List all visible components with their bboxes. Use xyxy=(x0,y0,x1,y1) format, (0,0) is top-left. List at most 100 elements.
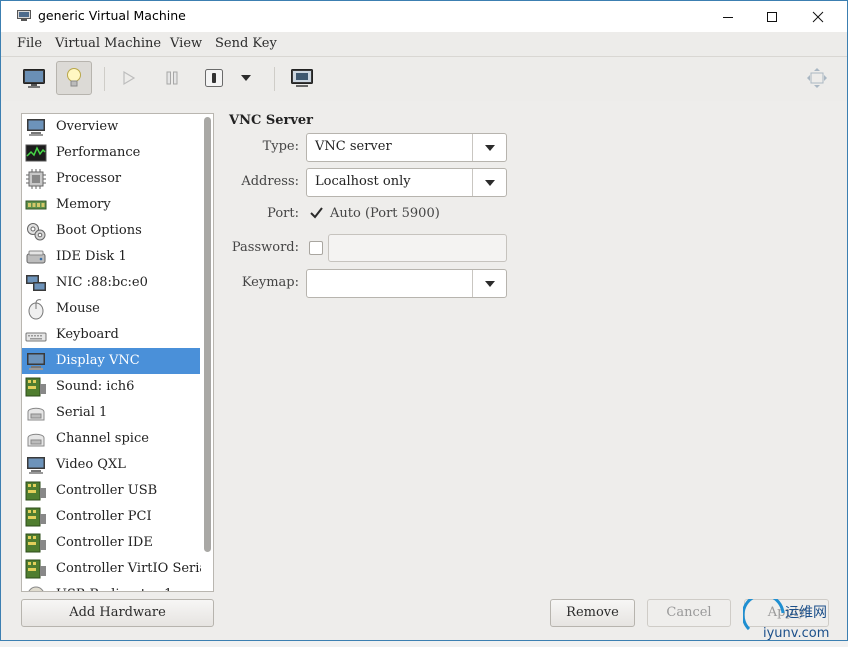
watermark-subtext: iyunv.com xyxy=(763,626,829,641)
sidebar-item[interactable]: Sound: ich6 xyxy=(22,374,200,400)
watermark-text: 运维网 xyxy=(785,605,827,621)
fullscreen-button[interactable] xyxy=(284,61,320,95)
keymap-combobox[interactable] xyxy=(306,269,507,298)
sidebar-item[interactable]: Performance xyxy=(22,140,200,166)
password-checkbox[interactable] xyxy=(309,241,323,255)
sidebar-item[interactable]: USB Redirector 1 xyxy=(22,582,200,591)
sidebar-item[interactable]: Channel spice xyxy=(22,426,200,452)
type-combobox[interactable]: VNC server xyxy=(306,133,507,162)
sidebar-item-label: Keyboard xyxy=(56,327,119,342)
sidebar-item[interactable]: Mouse xyxy=(22,296,200,322)
sidebar-item[interactable]: Keyboard xyxy=(22,322,200,348)
sidebar-item[interactable]: Overview xyxy=(22,114,200,140)
sidebar-item[interactable]: Processor xyxy=(22,166,200,192)
sidebar-item-label: USB Redirector 1 xyxy=(56,587,172,591)
sidebar-item[interactable]: NIC :88:bc:e0 xyxy=(22,270,200,296)
password-input[interactable] xyxy=(328,234,507,262)
show-console-button[interactable] xyxy=(16,61,52,95)
sidebar-item[interactable]: Serial 1 xyxy=(22,400,200,426)
sidebar-item-label: Sound: ich6 xyxy=(56,379,135,394)
address-value: Localhost only xyxy=(315,174,411,189)
virt-manager-window: generic Virtual Machine File Virtual Mac… xyxy=(0,0,848,641)
sidebar-item-label: Boot Options xyxy=(56,223,142,238)
run-button[interactable] xyxy=(111,61,147,95)
processor-icon xyxy=(25,168,47,190)
remove-button[interactable]: Remove xyxy=(550,599,635,627)
sidebar-item[interactable]: Memory xyxy=(22,192,200,218)
toolbar-separator xyxy=(274,67,275,91)
lightbulb-icon xyxy=(67,68,81,87)
resize-to-vm-button[interactable] xyxy=(799,61,835,95)
sidebar-item-label: Controller USB xyxy=(56,483,158,498)
close-button[interactable] xyxy=(795,1,841,32)
display-icon xyxy=(25,350,47,372)
sidebar-item[interactable]: Display VNC xyxy=(22,348,200,374)
watermark-logo: 运维网 iyunv.com xyxy=(741,593,843,641)
sidebar-item-label: NIC :88:bc:e0 xyxy=(56,275,148,290)
maximize-icon xyxy=(767,11,777,22)
maximize-button[interactable] xyxy=(749,1,795,32)
shutdown-button[interactable] xyxy=(196,61,232,95)
move-arrows-icon xyxy=(807,68,827,88)
type-value: VNC server xyxy=(315,139,392,154)
sidebar-item-label: IDE Disk 1 xyxy=(56,249,127,264)
address-label: Address: xyxy=(241,174,299,189)
menu-send-key[interactable]: Send Key xyxy=(215,36,277,51)
sound-card-icon xyxy=(25,376,47,398)
monitor-icon xyxy=(23,69,45,88)
chevron-down-icon xyxy=(484,144,495,151)
minimize-button[interactable] xyxy=(705,1,751,32)
address-dropdown-button[interactable] xyxy=(472,169,506,196)
sidebar-item[interactable]: IDE Disk 1 xyxy=(22,244,200,270)
controller-icon xyxy=(25,506,47,528)
nic-icon xyxy=(25,272,47,294)
password-label: Password: xyxy=(231,240,299,255)
address-combobox[interactable]: Localhost only xyxy=(306,168,507,197)
type-label: Type: xyxy=(262,139,299,154)
port-label: Port: xyxy=(267,206,299,221)
sidebar-item[interactable]: Controller USB xyxy=(22,478,200,504)
sidebar-item[interactable]: Controller IDE xyxy=(22,530,200,556)
sidebar-item-label: Channel spice xyxy=(56,431,149,446)
sidebar-item-label: Memory xyxy=(56,197,111,212)
sidebar-item-label: Processor xyxy=(56,171,122,186)
fullscreen-monitor-icon xyxy=(291,69,313,87)
toolbar-separator xyxy=(104,67,105,91)
boot-options-icon xyxy=(25,220,47,242)
menu-file[interactable]: File xyxy=(17,36,42,51)
mouse-icon xyxy=(25,298,47,320)
keymap-dropdown-button[interactable] xyxy=(472,270,506,297)
cancel-button[interactable]: Cancel xyxy=(647,599,731,627)
sidebar-item[interactable]: Boot Options xyxy=(22,218,200,244)
sidebar-item[interactable]: Video QXL xyxy=(22,452,200,478)
port-auto-checkbox[interactable] xyxy=(309,206,323,220)
shutdown-menu-button[interactable] xyxy=(234,61,258,95)
keymap-label: Keymap: xyxy=(241,275,299,290)
title-bar[interactable]: generic Virtual Machine xyxy=(1,1,847,32)
disk-icon xyxy=(25,246,47,268)
sidebar-item[interactable]: Controller PCI xyxy=(22,504,200,530)
controller-icon xyxy=(25,532,47,554)
video-icon xyxy=(25,454,47,476)
section-title: VNC Server xyxy=(229,113,314,128)
sidebar-item-label: Overview xyxy=(56,119,119,134)
type-dropdown-button[interactable] xyxy=(472,134,506,161)
sidebar-item-label: Display VNC xyxy=(56,353,140,368)
serial-icon xyxy=(25,402,47,424)
add-hardware-button[interactable]: Add Hardware xyxy=(21,599,214,627)
close-icon xyxy=(812,11,824,22)
hardware-list: USB Redirector 1 Controller VirtIO Serial… xyxy=(21,113,214,592)
keyboard-icon xyxy=(25,324,47,346)
show-details-button[interactable] xyxy=(56,61,92,95)
sidebar-item-label: Performance xyxy=(56,145,141,160)
toolbar xyxy=(1,57,847,101)
vm-app-icon xyxy=(17,10,31,25)
chevron-down-icon xyxy=(484,179,495,186)
power-icon xyxy=(205,69,223,87)
chevron-down-icon xyxy=(484,280,495,287)
sidebar-item[interactable]: Controller VirtIO Serial xyxy=(22,556,211,582)
overview-icon xyxy=(25,116,47,138)
pause-button[interactable] xyxy=(154,61,190,95)
menu-view[interactable]: View xyxy=(170,36,202,51)
menu-virtual-machine[interactable]: Virtual Machine xyxy=(55,36,161,51)
